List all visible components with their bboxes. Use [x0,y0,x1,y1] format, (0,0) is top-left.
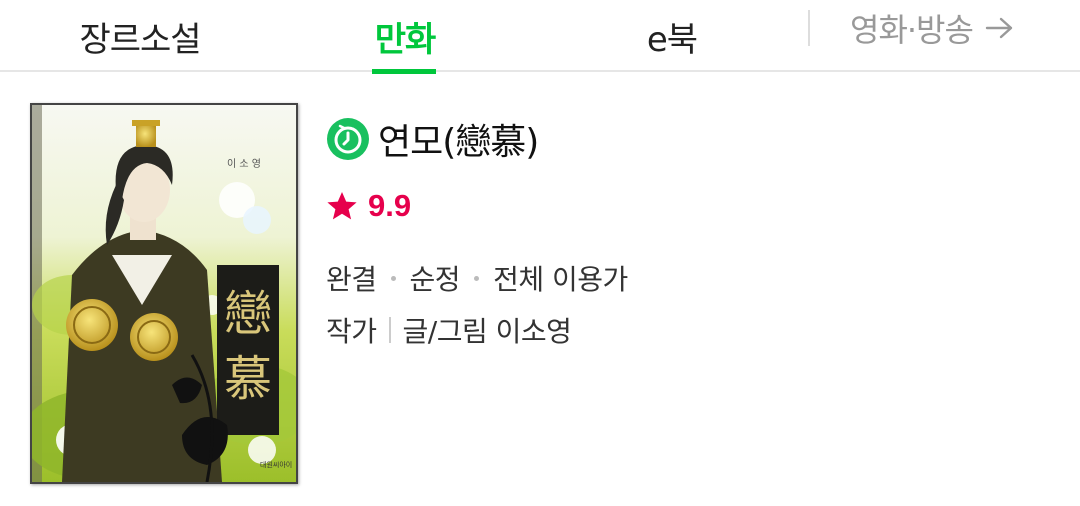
age-rating-label: 전체 이용가 [493,263,628,296]
author-row: 작가 글/그림 이소영 [326,310,572,350]
title-row: 연모(戀慕) [326,116,539,163]
tab-movie-broadcast[interactable]: 영화·방송 [850,0,1050,56]
rating-row: 9.9 [326,186,411,226]
book-cover-image[interactable]: 戀 慕 이 소 영 대원씨아이 [30,103,298,484]
tab-divider [808,10,810,46]
genre-label[interactable]: 순정 [410,258,461,298]
arrow-right-icon [985,17,1013,39]
svg-text:대원씨아이: 대원씨아이 [260,460,292,469]
tab-genre-novel[interactable]: 장르소설 [40,0,240,72]
tab-comic[interactable]: 만화 [350,0,460,74]
separator-bar [388,317,391,343]
author-label: 작가 [326,315,377,348]
clock-icon [327,118,369,160]
comic-detail-page: 장르소설 만화 e북 영화·방송 戀 慕 이 소 영 대원씨아이 연모(戀慕) … [0,0,1080,506]
separator-dot [390,275,396,281]
separator-dot [474,275,480,281]
book-meta: 완결 순정 전체 이용가 [326,258,628,298]
book-title: 연모(戀慕) [378,122,539,163]
rating-value: 9.9 [368,188,412,223]
tab-ebook[interactable]: e북 [612,0,732,72]
category-tab-bar: 장르소설 만화 e북 영화·방송 [0,0,1080,74]
author-name[interactable]: 글/그림 이소영 [403,310,572,350]
svg-text:이 소 영: 이 소 영 [227,158,261,170]
star-icon [327,192,357,220]
cover-illustration: 戀 慕 이 소 영 대원씨아이 [32,105,296,482]
status-label: 완결 [326,263,377,296]
svg-text:慕: 慕 [224,351,272,407]
tab-movie-label: 영화·방송 [850,11,974,49]
svg-text:戀: 戀 [224,286,272,342]
